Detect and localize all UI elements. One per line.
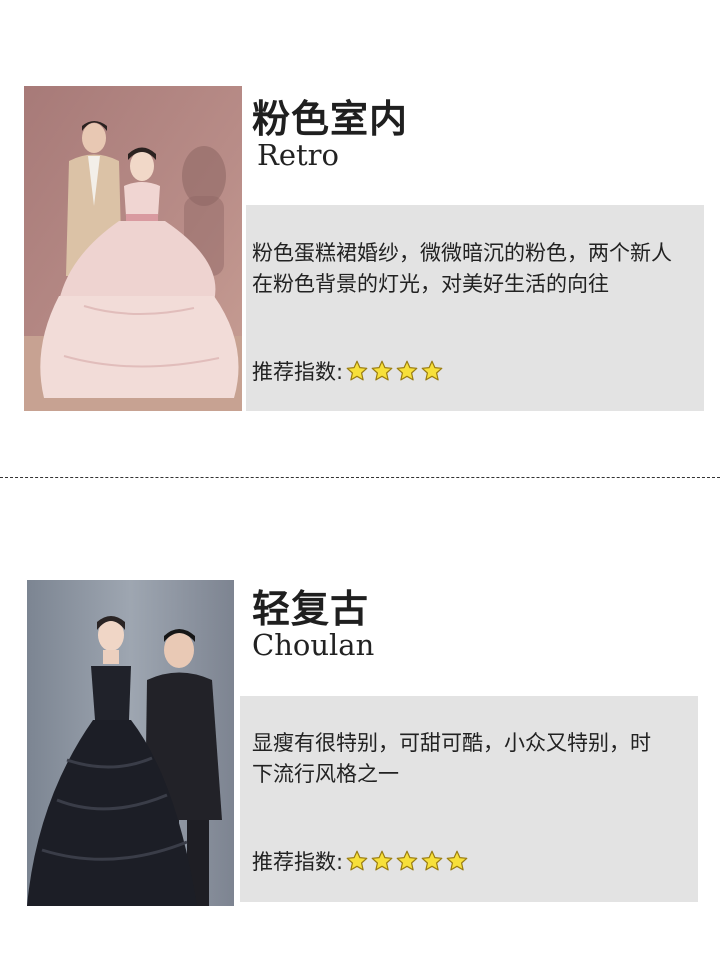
star-icon <box>396 360 418 381</box>
star-icon <box>446 850 468 871</box>
style-title: 轻复古 <box>252 587 370 631</box>
star-icon <box>371 360 393 381</box>
section-divider <box>0 477 720 478</box>
recommendation-rating: 推荐指数: <box>252 356 445 386</box>
star-icon <box>346 850 368 871</box>
star-icon <box>396 850 418 871</box>
style-description: 粉色蛋糕裙婚纱，微微暗沉的粉色，两个新人在粉色背景的灯光，对美好生活的向往 <box>252 241 672 296</box>
star-icon <box>421 360 443 381</box>
style-subtitle: Retro <box>257 138 339 172</box>
wedding-photo-pink <box>24 86 242 411</box>
style-subtitle: Choulan <box>252 628 375 662</box>
style-title: 粉色室内 <box>252 97 409 141</box>
rating-label: 推荐指数: <box>252 360 344 384</box>
rating-stars <box>345 849 470 873</box>
star-icon <box>421 850 443 871</box>
rating-stars <box>345 359 445 383</box>
star-icon <box>371 850 393 871</box>
wedding-photo-dark <box>27 580 234 906</box>
style-description: 显瘦有很特别，可甜可酷，小众又特别，时下流行风格之一 <box>252 731 651 786</box>
star-icon <box>346 360 368 381</box>
rating-label: 推荐指数: <box>252 850 344 874</box>
recommendation-rating: 推荐指数: <box>252 846 470 876</box>
